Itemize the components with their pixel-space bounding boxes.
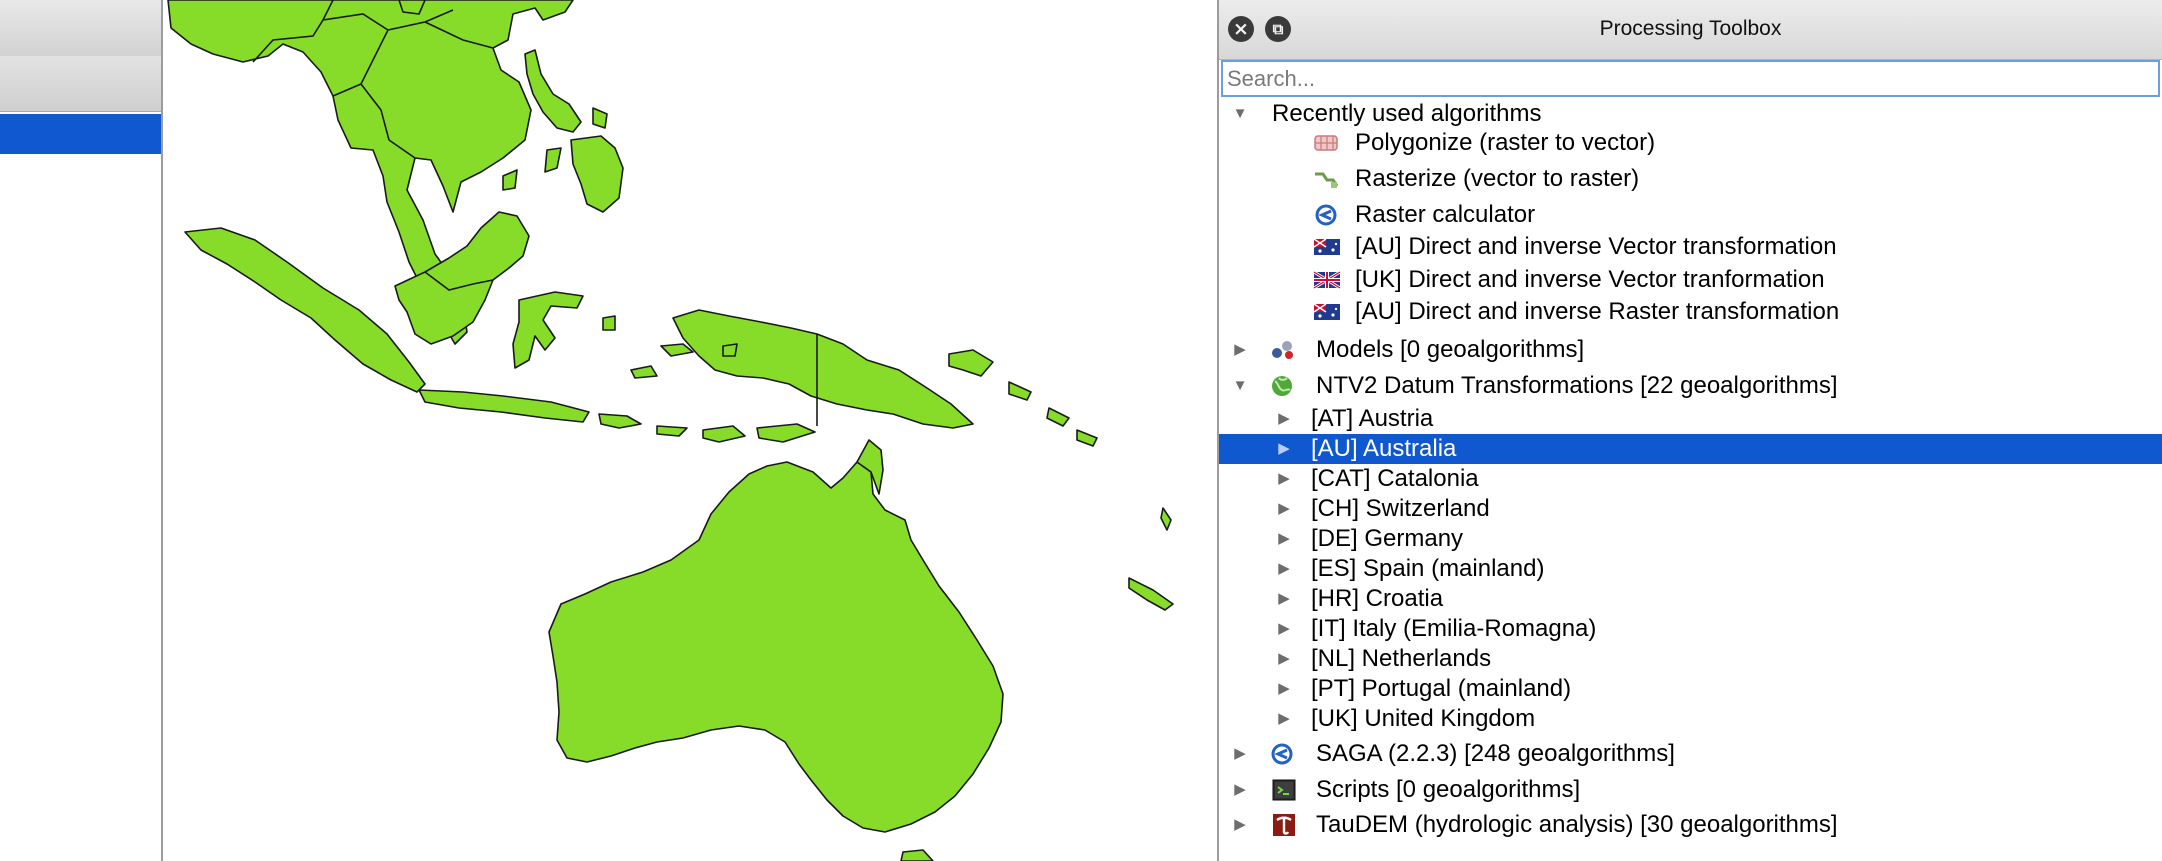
landmass-new-guinea bbox=[672, 309, 974, 429]
tree-item[interactable]: [AU] Direct and inverse Raster transform… bbox=[1219, 297, 2162, 327]
globe-icon bbox=[1272, 376, 1292, 396]
tree-group-label: SAGA (2.2.3) [248 geoalgorithms] bbox=[1316, 740, 1675, 767]
landmass-sulawesi bbox=[512, 291, 584, 369]
expand-arrow-icon[interactable]: ▶ bbox=[1275, 434, 1293, 464]
australia-flag-icon bbox=[1313, 303, 1340, 320]
tree-group-recent[interactable]: ▼ Recently used algorithms bbox=[1219, 99, 2162, 129]
expand-arrow-icon[interactable]: ▶ bbox=[1275, 674, 1293, 704]
tree-item[interactable]: [UK] Direct and inverse Vector tranforma… bbox=[1219, 265, 2162, 295]
expand-arrow-icon[interactable]: ▶ bbox=[1231, 810, 1249, 840]
tree-group-label: TauDEM (hydrologic analysis) [30 geoalgo… bbox=[1316, 811, 1838, 838]
tree-item-at[interactable]: ▶ [AT] Austria bbox=[1219, 404, 2162, 434]
tree-group-taudem[interactable]: ▶ TauDEM (hydrologic analysis) [30 geoal… bbox=[1219, 810, 2162, 840]
tree-item[interactable]: Raster calculator bbox=[1219, 200, 2162, 230]
tree-item-label: [AU] Direct and inverse Raster transform… bbox=[1355, 298, 1840, 325]
tree-item-label: [PT] Portugal (mainland) bbox=[1311, 675, 1572, 702]
expand-arrow-icon[interactable]: ▶ bbox=[1275, 494, 1293, 524]
tree-group-ntv2[interactable]: ▼ NTV2 Datum Transformations [22 geoalgo… bbox=[1219, 371, 2162, 401]
tree-group-models[interactable]: ▶ Models [0 geoalgorithms] bbox=[1219, 335, 2162, 365]
tree-item[interactable]: Rasterize (vector to raster) bbox=[1219, 164, 2162, 194]
expand-arrow-icon[interactable]: ▶ bbox=[1275, 464, 1293, 494]
tree-group-scripts[interactable]: ▶ Scripts [0 geoalgorithms] bbox=[1219, 775, 2162, 805]
search-input[interactable] bbox=[1221, 60, 2160, 97]
tree-item-label: [AT] Austria bbox=[1311, 405, 1434, 432]
expand-arrow-icon[interactable]: ▶ bbox=[1275, 614, 1293, 644]
tree-item-uk[interactable]: ▶ [UK] United Kingdom bbox=[1219, 704, 2162, 734]
taudem-icon bbox=[1273, 814, 1295, 836]
tree-item-ch[interactable]: ▶ [CH] Switzerland bbox=[1219, 494, 2162, 524]
models-icon bbox=[1272, 341, 1293, 359]
layers-panel-header bbox=[0, 56, 161, 112]
tree-group-label: Recently used algorithms bbox=[1272, 100, 1542, 127]
landmass-tasmania bbox=[900, 849, 934, 861]
tree-item-label: [ES] Spain (mainland) bbox=[1311, 555, 1545, 582]
tree-item-cat[interactable]: ▶ [CAT] Catalonia bbox=[1219, 464, 2162, 494]
toolbox-title-bar: × ⧉ Processing Toolbox bbox=[1219, 0, 2162, 60]
map-canvas[interactable] bbox=[163, 0, 1219, 861]
expand-arrow-icon[interactable]: ▶ bbox=[1275, 524, 1293, 554]
expand-arrow-icon[interactable]: ▶ bbox=[1231, 335, 1249, 365]
tree-item-label: Raster calculator bbox=[1355, 201, 1536, 228]
tree-item-label: Rasterize (vector to raster) bbox=[1355, 165, 1640, 192]
expand-arrow-icon[interactable]: ▶ bbox=[1231, 775, 1249, 805]
landmass-vanuatu bbox=[1160, 507, 1172, 531]
australia-flag-icon bbox=[1313, 238, 1340, 255]
tree-item-label: [UK] Direct and inverse Vector tranforma… bbox=[1355, 266, 1825, 293]
tree-item-label: [HR] Croatia bbox=[1311, 585, 1444, 612]
rasterize-icon bbox=[1315, 172, 1339, 188]
tree-item-label: [UK] United Kingdom bbox=[1311, 705, 1536, 732]
tree-item-label: Polygonize (raster to vector) bbox=[1355, 129, 1656, 156]
tree-group-saga[interactable]: ▶ SAGA (2.2.3) [248 geoalgorithms] bbox=[1219, 739, 2162, 769]
saga-icon bbox=[1271, 743, 1293, 765]
landmass-java bbox=[418, 389, 590, 423]
uk-flag-icon bbox=[1313, 270, 1341, 290]
terminal-icon bbox=[1272, 779, 1296, 801]
expand-arrow-icon[interactable]: ▶ bbox=[1275, 644, 1293, 674]
tree-item-nl[interactable]: ▶ [NL] Netherlands bbox=[1219, 644, 2162, 674]
tree-item-label: [DE] Germany bbox=[1311, 525, 1464, 552]
expand-arrow-icon[interactable]: ▼ bbox=[1231, 99, 1249, 129]
tree-item-it[interactable]: ▶ [IT] Italy (Emilia-Romagna) bbox=[1219, 614, 2162, 644]
tree-item[interactable]: [AU] Direct and inverse Vector transform… bbox=[1219, 232, 2162, 262]
tree-item-es[interactable]: ▶ [ES] Spain (mainland) bbox=[1219, 554, 2162, 584]
tree-item-label: [IT] Italy (Emilia-Romagna) bbox=[1311, 615, 1597, 642]
expand-arrow-icon[interactable]: ▶ bbox=[1275, 554, 1293, 584]
tree-item-label: [CAT] Catalonia bbox=[1311, 465, 1479, 492]
landmass-philippines-mindanao bbox=[570, 135, 624, 213]
tree-item[interactable]: Polygonize (raster to vector) bbox=[1219, 128, 2162, 158]
tree-item-au[interactable]: ▶ [AU] Australia bbox=[1219, 434, 2162, 464]
selected-layer-row[interactable] bbox=[0, 114, 161, 154]
layers-panel-toolbar bbox=[0, 0, 161, 57]
landmass-new-britain bbox=[948, 349, 994, 377]
tree-group-label: Models [0 geoalgorithms] bbox=[1316, 336, 1585, 363]
landmass-new-caledonia bbox=[1128, 577, 1174, 611]
polygonize-icon bbox=[1314, 135, 1338, 151]
expand-arrow-icon[interactable]: ▶ bbox=[1275, 704, 1293, 734]
processing-toolbox: × ⧉ Processing Toolbox ▼ Recently used a… bbox=[1219, 0, 2162, 861]
landmass-philippines-luzon bbox=[524, 49, 582, 133]
layers-panel bbox=[0, 0, 163, 861]
tree-group-label: Scripts [0 geoalgorithms] bbox=[1316, 776, 1581, 803]
map-svg bbox=[167, 0, 1174, 861]
expand-arrow-icon[interactable]: ▶ bbox=[1231, 739, 1249, 769]
tree-item-label: [NL] Netherlands bbox=[1311, 645, 1492, 672]
landmass-australia bbox=[548, 461, 1004, 833]
toolbox-title: Processing Toolbox bbox=[1599, 17, 1782, 40]
tree-item-hr[interactable]: ▶ [HR] Croatia bbox=[1219, 584, 2162, 614]
tree-item-label: [AU] Direct and inverse Vector transform… bbox=[1355, 233, 1837, 260]
landmass-sumatra bbox=[184, 227, 426, 393]
tree-item-label: [CH] Switzerland bbox=[1311, 495, 1490, 522]
saga-icon bbox=[1315, 204, 1337, 226]
expand-arrow-icon[interactable]: ▶ bbox=[1275, 584, 1293, 614]
tree-item-de[interactable]: ▶ [DE] Germany bbox=[1219, 524, 2162, 554]
expand-arrow-icon[interactable]: ▼ bbox=[1231, 371, 1249, 401]
expand-arrow-icon[interactable]: ▶ bbox=[1275, 404, 1293, 434]
landmass-solomons bbox=[1008, 381, 1098, 447]
tree-item-label: [AU] Australia bbox=[1311, 435, 1457, 462]
tree-group-label: NTV2 Datum Transformations [22 geoalgori… bbox=[1316, 372, 1838, 399]
tree-item-pt[interactable]: ▶ [PT] Portugal (mainland) bbox=[1219, 674, 2162, 704]
